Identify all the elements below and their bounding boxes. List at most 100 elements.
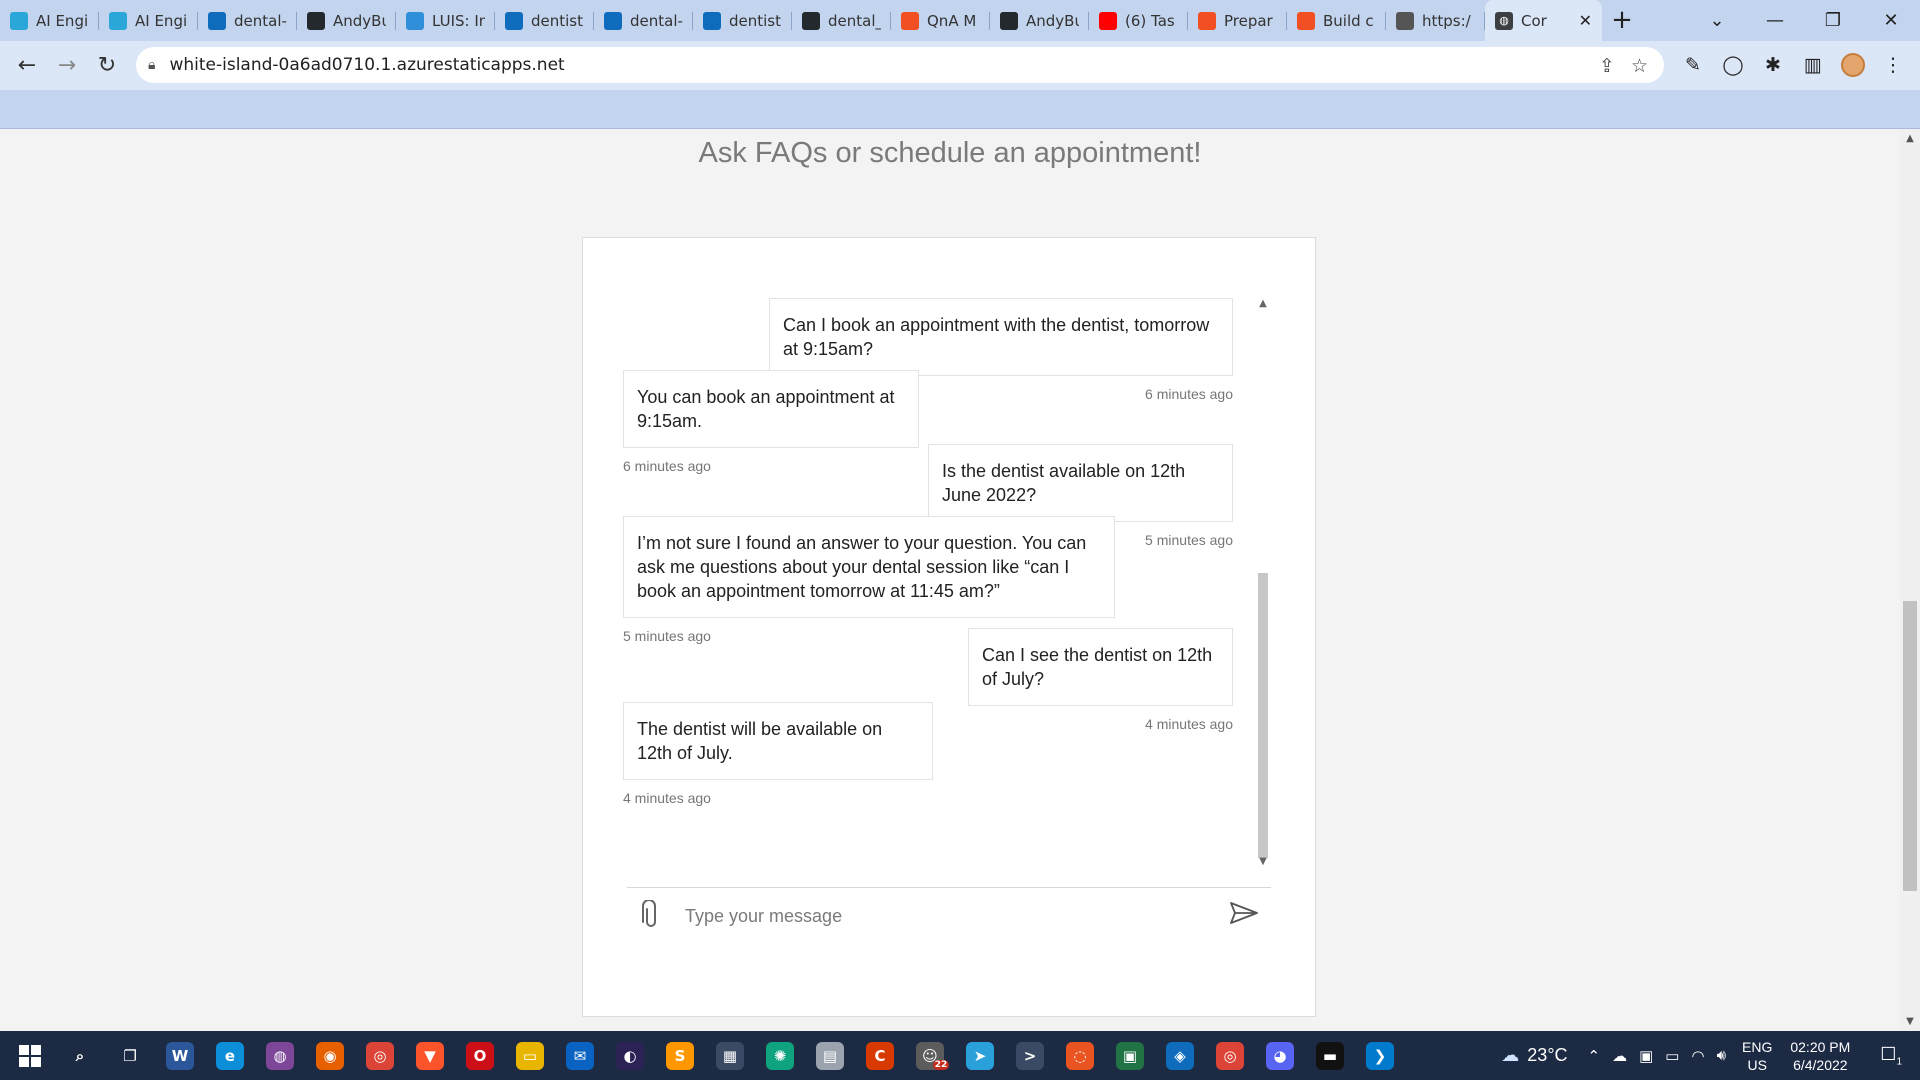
close-tab-icon[interactable]: ✕ (1579, 11, 1592, 30)
restore-button[interactable]: ❐ (1804, 0, 1862, 41)
notification-count: 1 (1896, 1056, 1902, 1068)
notifications-icon[interactable]: ☐1 (1880, 1044, 1902, 1068)
firefox-icon[interactable]: ◉ (310, 1036, 350, 1076)
word-icon-glyph: W (166, 1041, 194, 1070)
clock-date: 6/4/2022 (1793, 1056, 1848, 1073)
lock-icon[interactable]: 🔒︎ (148, 57, 155, 73)
battery-icon[interactable]: ▭ (1665, 1047, 1679, 1065)
office-icon[interactable]: C (860, 1036, 900, 1076)
browser-tab[interactable]: AndyBu (297, 0, 396, 41)
tab-search-chevron-icon[interactable]: ⌄ (1688, 0, 1746, 41)
address-url[interactable]: white-island-0a6ad0710.1.azurestaticapps… (169, 55, 564, 75)
onedrive-icon[interactable]: ☁ (1612, 1047, 1627, 1065)
vscode-icon[interactable]: ❯ (1360, 1036, 1400, 1076)
browser-tab[interactable]: Prepar (1188, 0, 1287, 41)
minimize-button[interactable]: — (1746, 0, 1804, 41)
browser-tab[interactable]: QnA M (891, 0, 990, 41)
cmd-icon[interactable]: ▬ (1310, 1036, 1350, 1076)
browser-tab-title: Prepar (1224, 11, 1273, 30)
browser-tab[interactable]: AI Engi (0, 0, 99, 41)
browser-toolbar: ← → ↻ 🔒︎ white-island-0a6ad0710.1.azures… (0, 41, 1920, 90)
meet-camera-icon[interactable]: ▣ (1639, 1047, 1653, 1065)
browser-tab[interactable]: dental- (594, 0, 693, 41)
transcript-scroll-thumb[interactable] (1258, 573, 1268, 858)
sheet-icon[interactable]: ▣ (1110, 1036, 1150, 1076)
terminal-icon[interactable]: > (1010, 1036, 1050, 1076)
chat-badge-icon[interactable]: ☺ 22 (910, 1036, 950, 1076)
new-tab-button[interactable]: + (1602, 0, 1642, 41)
chat-transcript[interactable]: Can I book an appointment with the denti… (623, 298, 1243, 858)
browser-tab[interactable]: dentist (693, 0, 792, 41)
show-hidden-icons-chevron-icon[interactable]: ⌃ (1588, 1047, 1601, 1065)
browser-menu-icon[interactable]: ⋮ (1878, 50, 1908, 80)
task-view-icon[interactable]: ❐ (110, 1036, 150, 1076)
page-scroll-down-icon[interactable]: ▼ (1900, 1016, 1920, 1027)
taskbar-clock[interactable]: 02:20 PM 6/4/2022 (1790, 1038, 1850, 1074)
page-scrollbar[interactable]: ▲ ▼ (1900, 129, 1920, 1031)
telegram-icon[interactable]: ➤ (960, 1036, 1000, 1076)
browser-tab[interactable]: dental- (198, 0, 297, 41)
eyedropper-extension-icon[interactable]: ✎ (1678, 50, 1708, 80)
input-language[interactable]: ENG US (1742, 1038, 1772, 1074)
discord-icon[interactable]: ◕ (1260, 1036, 1300, 1076)
browser-tab-title: QnA M (927, 11, 977, 30)
reload-button[interactable]: ↻ (92, 50, 122, 80)
tray-icons: ⌃ ☁ ▣ ▭ ◠ 🔊︎ (1588, 1047, 1727, 1065)
file-explorer-icon[interactable]: ▭ (510, 1036, 550, 1076)
side-panel-icon[interactable]: ▥ (1798, 50, 1828, 80)
wifi-icon[interactable]: ◠ (1691, 1047, 1704, 1065)
scroll-down-arrow-icon[interactable]: ▼ (1255, 856, 1271, 870)
page-scroll-thumb[interactable] (1903, 601, 1917, 891)
weather-widget[interactable]: ☁ 23°C (1501, 1045, 1567, 1066)
browser-tab[interactable]: LUIS: In (396, 0, 495, 41)
browser-tab[interactable]: dentist (495, 0, 594, 41)
transcript-scrollbar[interactable]: ▲ ▼ (1255, 298, 1271, 870)
bookmark-star-icon[interactable]: ☆ (1631, 55, 1648, 77)
message-composer (627, 887, 1271, 940)
browser-tab-title: dental_ (828, 11, 881, 30)
eclipse-icon[interactable]: ◐ (610, 1036, 650, 1076)
profile-avatar[interactable] (1838, 50, 1868, 80)
edge-icon[interactable]: e (210, 1036, 250, 1076)
address-bar[interactable]: 🔒︎ white-island-0a6ad0710.1.azurestatica… (136, 47, 1664, 83)
share-icon[interactable]: ⇪ (1599, 55, 1615, 77)
search-icon[interactable]: ⌕ (60, 1036, 100, 1076)
ubuntu-icon[interactable]: ◌ (1060, 1036, 1100, 1076)
browser-tab[interactable]: AndyBu (990, 0, 1089, 41)
remote-icon-glyph: ◈ (1166, 1041, 1194, 1070)
extensions-puzzle-icon[interactable]: ✱ (1758, 50, 1788, 80)
chrome-active-icon[interactable]: ◎ (1210, 1036, 1250, 1076)
word-icon[interactable]: W (160, 1036, 200, 1076)
browser-tab[interactable]: AI Engi (99, 0, 198, 41)
remote-icon[interactable]: ◈ (1160, 1036, 1200, 1076)
tor-icon[interactable]: ◍ (260, 1036, 300, 1076)
browser-tab-active[interactable]: ◍ Cor ✕ (1485, 0, 1602, 41)
send-button[interactable] (1227, 898, 1261, 928)
extension-circle-icon[interactable]: ◯ (1718, 50, 1748, 80)
browser-tab[interactable]: Build c (1287, 0, 1386, 41)
sublime-icon[interactable]: S (660, 1036, 700, 1076)
chatgpt-icon[interactable]: ✺ (760, 1036, 800, 1076)
opera-icon[interactable]: O (460, 1036, 500, 1076)
attachment-paperclip-icon[interactable] (639, 899, 663, 930)
start-button[interactable] (10, 1036, 50, 1076)
brave-icon[interactable]: ▼ (410, 1036, 450, 1076)
close-window-button[interactable]: ✕ (1862, 0, 1920, 41)
globe-icon: ◍ (1495, 11, 1513, 30)
back-button[interactable]: ← (12, 50, 42, 80)
page-scroll-up-icon[interactable]: ▲ (1900, 133, 1920, 144)
volume-icon[interactable]: 🔊︎ (1717, 1047, 1726, 1065)
browser-tab[interactable]: dental_ (792, 0, 891, 41)
chrome-icon[interactable]: ◎ (360, 1036, 400, 1076)
user-message: Can I see the dentist on 12th of July? 4 … (968, 628, 1233, 732)
message-input[interactable] (683, 898, 1207, 934)
forward-button[interactable]: → (52, 50, 82, 80)
mail-icon[interactable]: ✉ (560, 1036, 600, 1076)
browser-tab[interactable]: (6) Tas (1089, 0, 1188, 41)
language-code: ENG (1742, 1038, 1773, 1055)
sublime-icon-glyph: S (666, 1041, 694, 1070)
book-icon[interactable]: ▤ (810, 1036, 850, 1076)
scroll-up-arrow-icon[interactable]: ▲ (1255, 298, 1271, 312)
calculator-icon[interactable]: ▦ (710, 1036, 750, 1076)
browser-tab[interactable]: https:/ (1386, 0, 1485, 41)
